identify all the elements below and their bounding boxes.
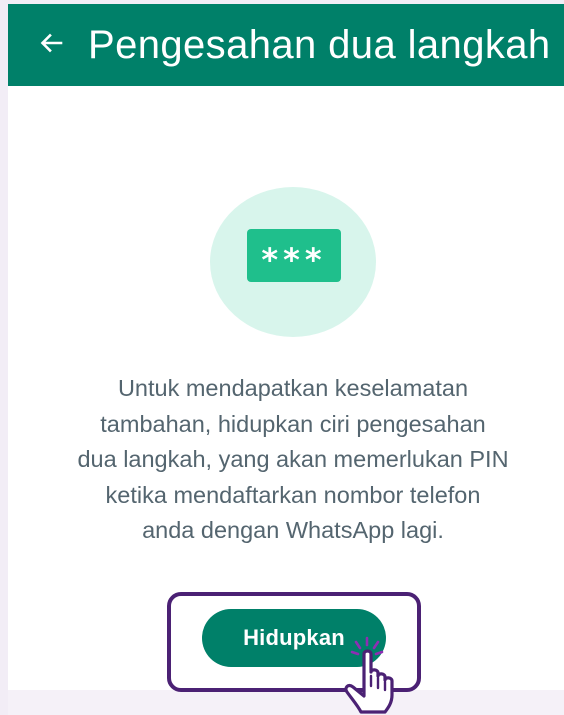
content-footer-strip: [8, 690, 564, 715]
description-line: tambahan, hidupkan ciri pengesahan: [100, 410, 486, 437]
description-text: Untuk mendapatkan keselamatan tambahan, …: [30, 371, 556, 549]
app-bar: Pengesahan dua langkah: [8, 4, 564, 86]
description-line: ketika mendaftarkan nombor telefon: [105, 481, 481, 508]
hand-pointer-icon: [344, 636, 394, 714]
page-title: Pengesahan dua langkah: [88, 23, 551, 67]
description-line: anda dengan WhatsApp lagi.: [142, 517, 444, 543]
arrow-left-icon[interactable]: [38, 30, 64, 56]
password-card-icon: ***: [247, 229, 341, 282]
pin-mask-text: ***: [261, 240, 327, 279]
description-line: dua langkah, yang akan memerlukan PIN: [77, 446, 509, 472]
description-line: Untuk mendapatkan keselamatan: [117, 375, 469, 401]
